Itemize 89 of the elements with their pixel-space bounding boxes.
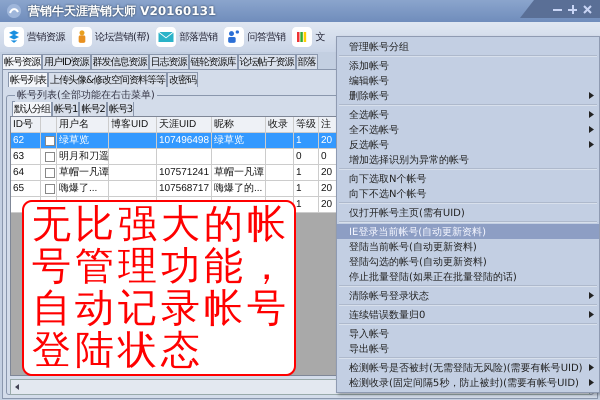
close-icon[interactable] [583,4,592,14]
table-cell: 绿草览 [214,135,244,146]
table-cell: 20 [321,135,332,146]
table-cell: 1 [296,183,302,194]
submenu-arrow-icon [589,292,594,299]
menu-item[interactable]: 检测帐号是否被封(无需登陆无风险)(需要有帐号UID) [337,360,599,375]
table-cell: 20 [321,167,332,178]
submenu-arrow-icon [589,111,594,118]
submenu-arrow-icon [589,311,594,318]
toolbar-button[interactable]: 问答营销 [222,27,288,47]
menu-item[interactable]: 导入帐号 [337,326,599,341]
toolbar-button[interactable]: 营销资源 [2,27,67,47]
table-cell: 63 [13,151,24,162]
checkbox[interactable] [45,152,55,162]
tab[interactable]: 帐号2 [79,101,107,116]
checkbox[interactable] [45,184,55,194]
tab[interactable]: 帐号1 [52,101,80,116]
menu-item[interactable]: 登陆勾选的帐号(自动更新资料) [337,254,599,269]
menu-item[interactable]: 停止批量登陆(如果正在批量登陆的话) [337,269,599,284]
table-cell: 1 [296,135,302,146]
table-cell: 明月和刀遥 [59,151,109,162]
column-header[interactable]: 收录 [268,119,288,130]
submenu-arrow-icon [589,379,594,386]
table-cell: 64 [13,167,24,178]
table-cell: 107568717 [159,183,210,194]
tab[interactable]: 用户ID资源 [42,54,91,69]
table-cell: 20 [321,199,332,210]
submenu-arrow-icon [589,141,594,148]
tab[interactable]: 日志资源 [148,54,189,69]
menu-item[interactable]: 检测收录(固定间隔5秒，防止被封)(需要有帐号UID) [337,375,599,390]
table-cell: 草帽一凡谭 [59,167,109,178]
table-cell: 107496498 [159,135,210,146]
menu-item[interactable]: 添加帐号 [337,58,599,73]
box-icon [4,27,24,47]
menu-item[interactable]: 编辑帐号 [337,73,599,88]
column-header[interactable]: 昵称 [214,119,234,130]
table-cell: 绿草览 [59,135,89,146]
table-cell: 0 [296,151,302,162]
column-header[interactable]: ID号 [13,119,33,130]
submenu-arrow-icon [589,92,594,99]
menu-item[interactable]: 连续错误数量归0 [337,307,599,322]
tab[interactable]: 部落 [296,54,318,69]
table-cell: 0 [321,151,327,162]
column-header[interactable]: 博客UID [111,119,148,130]
table-cell: 嗨爆了... [59,183,98,194]
tab[interactable]: 上传头像&修改空间资料等等 [48,72,167,87]
toolbar-button[interactable]: 文 [290,27,327,47]
submenu-arrow-icon [589,364,594,371]
toolbar-button[interactable]: 部落营销 [154,27,220,47]
callout-text: 无比强大的帐号管理功能，自动记录帐号登陆状态 [22,200,296,376]
tab[interactable]: 论坛帖子资源 [238,54,296,69]
tab[interactable]: 帐号资源 [2,54,42,69]
menu-item[interactable]: 导出帐号 [337,341,599,356]
checkbox[interactable] [45,168,55,178]
tab[interactable]: 帐号列表 [8,72,48,87]
figure-icon [72,27,92,47]
submenu-arrow-icon [589,126,594,133]
people-icon [224,27,244,47]
column-header[interactable]: 用户名 [59,119,89,130]
table-cell: 1 [296,167,302,178]
group-title: 帐号列表(全部功能在右击菜单) [15,88,157,102]
tab[interactable]: 改密码 [166,72,198,87]
table-cell: 嗨爆了的... [214,183,262,194]
menu-item[interactable]: 管理帐号分组 [337,39,599,54]
window-title: 营销牛天涯营销大师 V20160131 [28,2,216,20]
column-header[interactable]: 注 [321,119,331,130]
bars-icon [292,27,312,47]
table-cell: 草帽一凡谭 [214,167,264,178]
table-cell: 20 [321,183,332,194]
menu-item[interactable]: 删除帐号 [337,88,599,103]
column-header[interactable]: 天涯UID [159,119,196,130]
menu-item[interactable]: 仅打开帐号主页(需有UID) [337,205,599,220]
table-cell: 62 [13,135,24,146]
tab[interactable]: 默认分组 [12,101,52,116]
table-cell: 107571241 [159,167,210,178]
tab[interactable]: 群发信息资源 [90,54,149,69]
menu-item[interactable]: 清除帐号登录状态 [337,288,599,303]
table-cell: 65 [13,183,24,194]
tab[interactable]: 链轮资源库 [188,54,238,69]
maximize-icon[interactable] [568,4,577,14]
column-header[interactable]: 等级 [296,119,316,130]
menu-item[interactable]: 登陆当前帐号(自动更新资料) [337,239,599,254]
app-logo-icon [6,3,22,19]
tab[interactable]: 帐号3 [106,101,134,116]
checkbox[interactable] [45,136,55,146]
toolbar-button[interactable]: 论坛营销(帮) [70,27,152,47]
table-cell: 1 [296,199,302,210]
envelope-icon [156,27,176,47]
menu-item[interactable]: 全选帐号 [337,107,599,122]
